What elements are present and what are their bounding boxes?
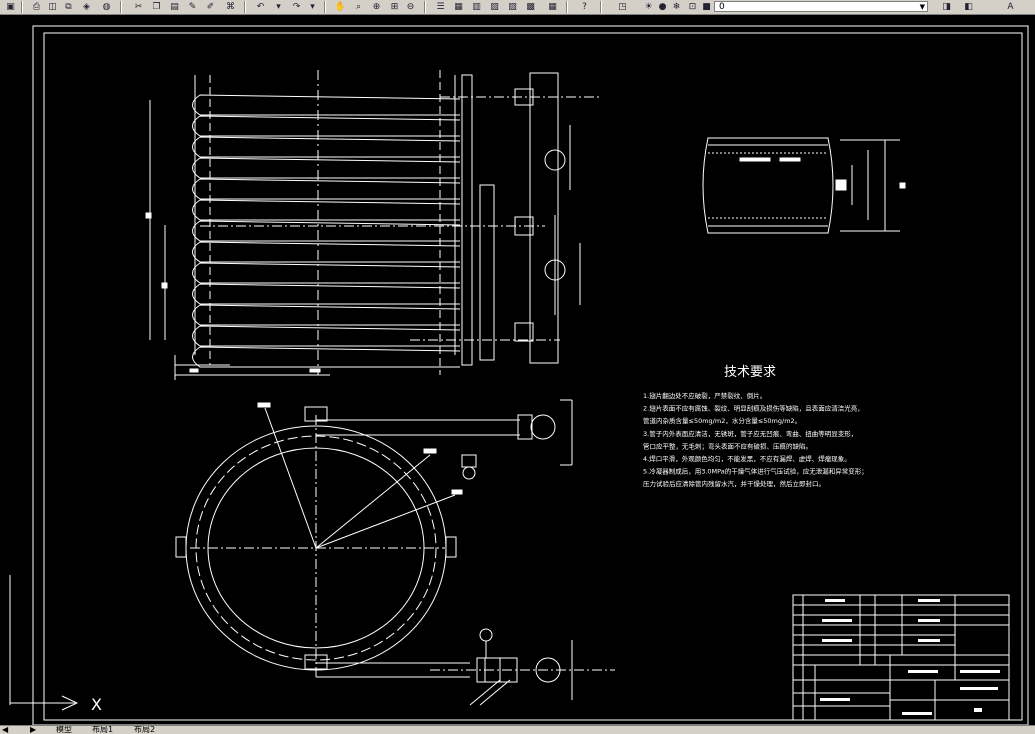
sheet-set-icon[interactable]: ▧ — [488, 1, 501, 13]
zoom-previous-icon[interactable]: ⊖ — [404, 1, 417, 13]
toolbar-separator — [324, 1, 326, 13]
toolbar-separator — [424, 1, 426, 13]
ring-plan-view — [175, 399, 615, 706]
layer-previous-icon[interactable]: ◨ — [940, 1, 953, 13]
undo-dropdown-icon[interactable]: ▾ — [272, 1, 285, 13]
calculator-icon[interactable]: ▩ — [524, 1, 537, 13]
tech-requirements-notes: 1.翅片翻边处不应破裂，严禁裂纹、倒片。 2.翅片表面不应有腐蚀、裂纹、明显刮痕及… — [643, 391, 868, 488]
markup-icon[interactable]: ▨ — [506, 1, 519, 13]
chevron-down-icon: ▼ — [919, 3, 925, 11]
tech-note-line: 1.翅片翻边处不应破裂，严禁裂纹、倒片。 — [643, 391, 766, 400]
redo-icon[interactable]: ↷ — [290, 1, 303, 13]
redo-dropdown-icon[interactable]: ▾ — [306, 1, 319, 13]
cad-drawing: 技术要求 1.翅片翻边处不应破裂，严禁裂纹、倒片。 2.翅片表面不应有腐蚀、裂纹、… — [9, 25, 1029, 725]
brush-icon[interactable]: ⌘ — [224, 1, 237, 13]
print-icon[interactable]: ⎙ — [30, 1, 43, 13]
coil-loop — [192, 241, 461, 263]
layer-value: 0 — [719, 2, 725, 12]
tech-note-line: 5.冷凝器制成后，用3.0MPa的干燥气体进行气压试验，应无泄漏和异常变形； — [643, 467, 868, 476]
tech-note-line: 2.翅片表面不应有腐蚀、裂纹、明显刮痕及损伤等缺陷，且表面应清洁光亮， — [643, 404, 864, 413]
tech-note-line: 4.焊口平滑，外观颜色均匀，不能发黑，不应有漏焊、虚焊、焊瘤现象。 — [643, 454, 851, 463]
help-icon[interactable]: ? — [578, 1, 591, 13]
title-block — [792, 594, 1010, 721]
dbconnect-icon[interactable]: ▦ — [546, 1, 559, 13]
coil-loop — [192, 325, 461, 347]
publish-icon[interactable]: ⧉ — [62, 1, 75, 13]
coil-loop — [192, 199, 461, 221]
lock-icon[interactable]: ⊡ — [686, 1, 699, 13]
color-square-icon[interactable]: ■ — [700, 1, 713, 13]
layer-dropdown[interactable]: 0 ▼ — [714, 1, 928, 12]
freeze-icon[interactable]: ❄ — [670, 1, 683, 13]
tech-note-line: 管口应平整，无毛刺；弯头表面不应有破损、压痕的缺陷。 — [643, 441, 812, 450]
tool-palettes-icon[interactable]: ▥ — [470, 1, 483, 13]
standard-toolbar: ▣ ⎙ ◫ ⧉ ◈ ◍ ✂ ❐ ▤ ✎ ✐ ⌘ ↶ ▾ ↷ ▾ ✋ ⌕ ⊕ ⊞ … — [0, 0, 1035, 15]
undo-icon[interactable]: ↶ — [254, 1, 267, 13]
zoom-extents-icon[interactable]: ⊞ — [388, 1, 401, 13]
toolbar-separator — [600, 1, 602, 13]
layer-states-icon[interactable]: ◧ — [962, 1, 975, 13]
paste-icon[interactable]: ▤ — [168, 1, 181, 13]
tech-note-line: 3.管子内外表面应清洁，无锈斑，管子应无凹痕、弯曲、扭曲等明显变形， — [643, 429, 857, 438]
coil-loop — [192, 283, 461, 305]
coil-loop — [192, 157, 461, 179]
toolbar-separator — [566, 1, 568, 13]
coil-loop — [192, 262, 461, 284]
ucs-x-label: X — [91, 695, 102, 714]
coil-loop — [192, 220, 461, 242]
coil-loop — [192, 94, 461, 116]
coil-loop — [192, 115, 461, 137]
tech-note-line: 管道内杂质含量≤50mg/m2，水分含量≤50mg/m2。 — [643, 416, 801, 425]
plot-preview-icon[interactable]: ◫ — [46, 1, 59, 13]
lightbulb-icon[interactable]: ☀ — [642, 1, 655, 13]
block-editor-icon[interactable]: ✐ — [204, 1, 217, 13]
properties-icon[interactable]: ☰ — [434, 1, 447, 13]
toolbar-separator — [120, 1, 122, 13]
cut-icon[interactable]: ✂ — [132, 1, 145, 13]
toolbar-separator — [21, 1, 23, 13]
zoom-window-icon[interactable]: ⊕ — [370, 1, 383, 13]
coil-loop — [192, 178, 461, 200]
coil-bundle-view — [145, 70, 600, 380]
drawing-canvas[interactable]: 技术要求 1.翅片翻边处不应破裂，严禁裂纹、倒片。 2.翅片表面不应有腐蚀、裂纹、… — [0, 15, 1035, 725]
copy-icon[interactable]: ❐ — [150, 1, 163, 13]
toolbar-separator — [244, 1, 246, 13]
design-center-icon[interactable]: ▦ — [452, 1, 465, 13]
match-properties-icon[interactable]: ✎ — [186, 1, 199, 13]
fin-tube-section — [702, 137, 906, 234]
coil-loop — [192, 346, 461, 368]
layer-manager-icon[interactable]: ◳ — [616, 1, 629, 13]
tech-note-line: 压力试验后应清除管内残留水汽，并干燥处理，然后立即封口。 — [643, 479, 825, 488]
3d-icon[interactable]: ◈ — [80, 1, 93, 13]
coil-loop — [192, 304, 461, 326]
sun-icon[interactable]: ● — [656, 1, 669, 13]
text-style-icon[interactable]: A — [1004, 1, 1017, 13]
tech-requirements-title: 技术要求 — [724, 365, 776, 380]
zoom-realtime-icon[interactable]: ⌕ — [352, 1, 365, 13]
coil-loop — [192, 136, 461, 158]
globe-icon[interactable]: ◍ — [100, 1, 113, 13]
save-icon[interactable]: ▣ — [4, 1, 17, 13]
pan-icon[interactable]: ✋ — [334, 1, 347, 13]
